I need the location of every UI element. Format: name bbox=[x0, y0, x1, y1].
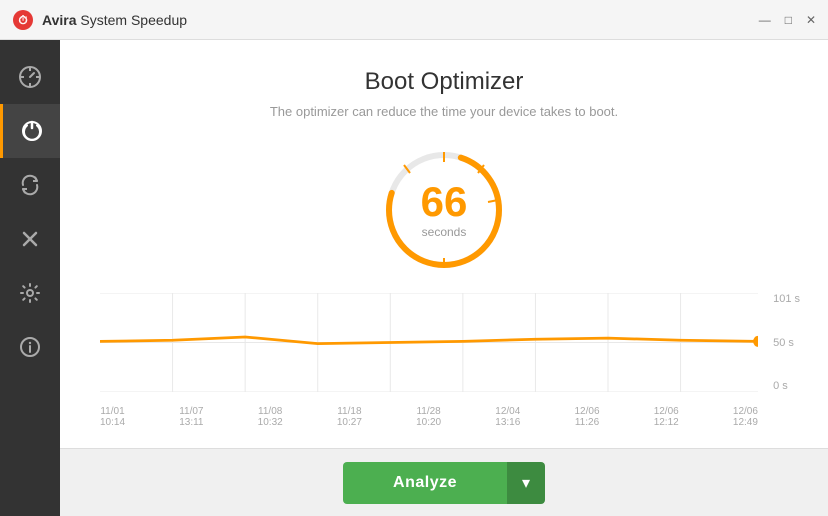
x-label-8: 12/06 12:49 bbox=[733, 406, 758, 428]
x-label-4: 11/28 10:20 bbox=[416, 406, 441, 428]
timer-unit: seconds bbox=[421, 225, 468, 239]
x-label-2: 11/08 10:32 bbox=[258, 406, 283, 428]
x-label-1: 11/07 13:11 bbox=[179, 406, 203, 428]
x-label-7: 12/06 12:12 bbox=[654, 406, 679, 428]
bottom-bar: Analyze ▾ bbox=[60, 448, 828, 516]
chart-container: 101 s 50 s 0 s bbox=[80, 293, 808, 438]
maximize-button[interactable]: □ bbox=[785, 14, 792, 26]
timer-value: 66 bbox=[421, 178, 468, 225]
content-main: Boot Optimizer The optimizer can reduce … bbox=[60, 40, 828, 448]
timer-display: 66 seconds bbox=[421, 181, 468, 239]
sidebar-item-boot[interactable] bbox=[0, 104, 60, 158]
page-subtitle: The optimizer can reduce the time your d… bbox=[270, 104, 618, 119]
chart-x-labels: 11/01 10:14 11/07 13:11 11/08 10:32 11 bbox=[100, 406, 758, 428]
analyze-dropdown-button[interactable]: ▾ bbox=[507, 462, 545, 504]
app-icon: ⏱ bbox=[12, 9, 34, 31]
timer-circle: 66 seconds bbox=[379, 145, 509, 275]
x-label-3: 11/18 10:27 bbox=[337, 406, 362, 428]
app-body: Boot Optimizer The optimizer can reduce … bbox=[0, 40, 828, 516]
chart-inner: 101 s 50 s 0 s bbox=[80, 293, 808, 428]
sidebar bbox=[0, 40, 60, 516]
y-label-bottom: 0 s bbox=[773, 380, 800, 392]
sidebar-item-info[interactable] bbox=[0, 320, 60, 374]
analyze-button[interactable]: Analyze bbox=[343, 462, 507, 504]
sidebar-item-refresh[interactable] bbox=[0, 158, 60, 212]
sidebar-item-dashboard[interactable] bbox=[0, 50, 60, 104]
sidebar-item-settings[interactable] bbox=[0, 266, 60, 320]
x-label-5: 12/04 13:16 bbox=[495, 406, 520, 428]
x-label-0: 11/01 10:14 bbox=[100, 406, 125, 428]
dropdown-arrow-icon: ▾ bbox=[522, 473, 530, 493]
y-label-mid: 50 s bbox=[773, 337, 800, 349]
content-area: Boot Optimizer The optimizer can reduce … bbox=[60, 40, 828, 516]
svg-text:⏱: ⏱ bbox=[18, 13, 27, 27]
sidebar-item-tools[interactable] bbox=[0, 212, 60, 266]
app-title: Avira System Speedup bbox=[42, 12, 187, 28]
chart-svg bbox=[100, 293, 758, 392]
title-bar: ⏱ Avira System Speedup — □ ✕ bbox=[0, 0, 828, 40]
chart-svg-wrapper bbox=[100, 293, 758, 392]
chart-y-labels: 101 s 50 s 0 s bbox=[773, 293, 800, 392]
x-label-6: 12/06 11:26 bbox=[574, 406, 599, 428]
close-button[interactable]: ✕ bbox=[806, 14, 816, 26]
minimize-button[interactable]: — bbox=[759, 14, 771, 26]
y-label-top: 101 s bbox=[773, 293, 800, 305]
window-controls: — □ ✕ bbox=[759, 14, 816, 26]
page-title: Boot Optimizer bbox=[365, 68, 524, 96]
